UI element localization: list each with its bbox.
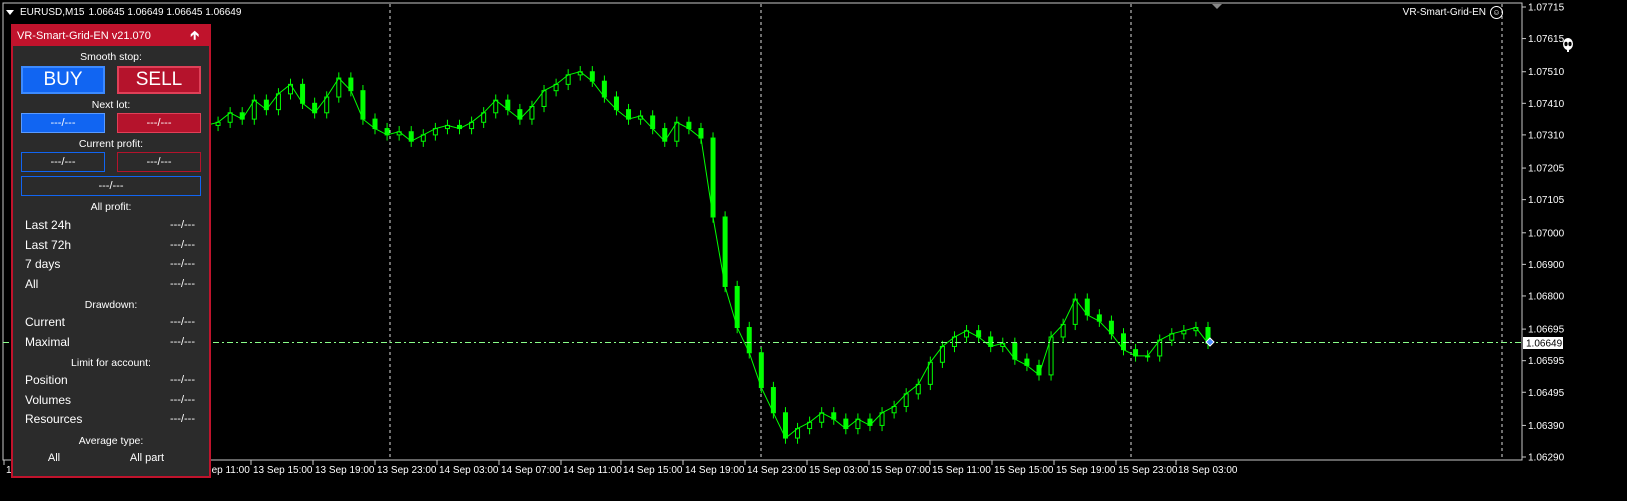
price-tick-label: 1.07105 [1528,195,1565,206]
average-type-label: Average type: [78,434,144,447]
time-tick-label: 15 Sep 11:00 [932,465,991,476]
time-tick-label: 14 Sep 03:00 [439,465,499,476]
time-tick-label: 15 Sep 19:00 [1056,465,1116,476]
price-tick-label: 1.06290 [1528,453,1565,464]
row-value: ---/--- [169,316,195,328]
time-tick-label: 14 Sep 19:00 [685,465,745,476]
trading-panel: VR-Smart-Grid-EN v21.070 🡱 Smooth stop: … [11,24,211,478]
expert-label[interactable]: VR-Smart-Grid-EN ☺ [1403,6,1503,19]
price-tick-label: 1.07205 [1528,164,1565,175]
row-label: Last 72h [25,237,72,252]
next-lot-sell-field[interactable]: ---/--- [117,113,201,133]
price-tick-label: 1.06390 [1528,421,1565,432]
price-axis: 1.07715 1.07615 1.07510 1.07410 1.07310 1.072… [1522,3,1565,464]
panel-title: VR-Smart-Grid-EN v21.070 [17,30,151,42]
row-value: ---/--- [169,277,195,290]
row-label: Resources [25,412,83,426]
price-tick-label: 1.07410 [1528,99,1565,110]
list-item: 7 days ---/--- [13,255,209,275]
price-tick-label: 1.06695 [1528,325,1565,336]
arrow-up-icon[interactable]: 🡱 [190,26,199,47]
list-item: Volumes ---/--- [13,391,209,411]
time-tick-label: 15 Sep 03:00 [809,465,869,476]
price-tick-label: 1.07615 [1528,34,1565,45]
average-type-options: All All part [13,452,209,464]
all-profit-label: All profit: [90,201,132,213]
time-tick-label: 15 Sep 23:00 [1118,465,1178,476]
price-tick-label: 1.06900 [1528,260,1565,271]
row-value: ---/--- [169,258,195,270]
symbol-label: EURUSD,M15 [20,6,85,18]
current-profit-buy-field[interactable]: ---/--- [21,152,105,172]
chart-menu-icon[interactable] [6,9,14,15]
time-tick-label: 14 Sep 07:00 [501,465,561,476]
time-tick-label: 13 Sep 15:00 [253,465,313,476]
price-tick-label: 1.07510 [1528,67,1565,78]
price-tick-label: 1.07310 [1528,130,1565,141]
row-value: ---/--- [169,219,195,231]
row-value: ---/--- [169,238,195,251]
expert-name: VR-Smart-Grid-EN [1402,7,1486,18]
period-separators [389,4,1503,460]
quote-label: 1.06645 1.06649 1.06645 1.06649 [88,6,242,18]
time-tick-label: 14 Sep 11:00 [563,465,622,476]
row-label: Current [25,315,66,329]
sell-button[interactable]: SELL [117,66,201,94]
all-profit-list: Last 24h ---/--- Last 72h ---/--- 7 days --… [13,216,209,294]
row-label: 7 days [25,257,61,271]
price-tick-label: 1.07715 [1528,3,1565,14]
limit-list: Position ---/--- Volumes ---/--- Resources… [13,371,209,430]
price-line [205,71,1209,439]
row-label: All [25,276,39,291]
list-item: All ---/--- [13,275,209,295]
list-item: Current ---/--- [13,313,209,333]
time-tick-label: 15 Sep 07:00 [871,465,931,476]
current-profit-sell-field[interactable]: ---/--- [117,152,201,172]
limit-label: Limit for account: [71,357,151,369]
row-label: Last 24h [25,218,72,232]
list-item: Position ---/--- [13,371,209,391]
list-item: Last 72h ---/--- [13,236,209,256]
list-item: Maximal ---/--- [13,333,209,353]
time-tick-label: 13 Sep 19:00 [315,465,375,476]
current-profit-total-field[interactable]: ---/--- [21,176,201,196]
average-all-part-option[interactable]: All part [130,452,164,464]
time-tick-label: 13 Sep 23:00 [377,465,437,476]
drawdown-label: Drawdown: [84,299,138,311]
row-value: ---/--- [169,393,195,406]
list-item: Resources ---/--- [13,410,209,430]
price-series [203,66,1211,444]
price-tick-label: 1.06495 [1528,388,1565,399]
chart-frame [2,2,1523,461]
row-value: ---/--- [169,374,195,386]
price-chart[interactable]: 1.07715 1.07615 1.07510 1.07410 1.07310 1.072… [0,0,1627,501]
current-price-label: 1.06649 [1526,339,1563,350]
row-value: ---/--- [169,413,195,425]
row-label: Maximal [25,334,70,349]
next-lot-label: Next lot: [91,99,131,111]
panel-header[interactable]: VR-Smart-Grid-EN v21.070 🡱 [13,26,209,46]
alien-icon [1563,38,1573,52]
shift-marker[interactable] [1212,4,1222,9]
current-profit-label: Current profit: [78,138,144,150]
average-all-option[interactable]: All [48,452,60,464]
next-lot-buy-field[interactable]: ---/--- [21,113,105,133]
list-item: Last 24h ---/--- [13,216,209,236]
price-tick-label: 1.06595 [1528,356,1565,367]
buy-button[interactable]: BUY [21,66,105,94]
time-tick-label: 14 Sep 15:00 [623,465,683,476]
time-tick-label: 15 Sep 15:00 [994,465,1054,476]
price-tick-label: 1.06800 [1528,291,1565,302]
time-tick-label: 14 Sep 23:00 [747,465,807,476]
drawdown-list: Current ---/--- Maximal ---/--- [13,313,209,352]
row-label: Position [25,373,68,387]
price-tick-label: 1.07000 [1528,228,1565,239]
time-tick-label: 18 Sep 03:00 [1178,465,1238,476]
row-label: Volumes [25,392,72,407]
row-value: ---/--- [169,335,195,348]
smiley-icon: ☺ [1490,6,1503,19]
smooth-stop-label: Smooth stop: [80,51,142,63]
chart-header: EURUSD,M15 1.06645 1.06649 1.06645 1.066… [0,0,241,24]
